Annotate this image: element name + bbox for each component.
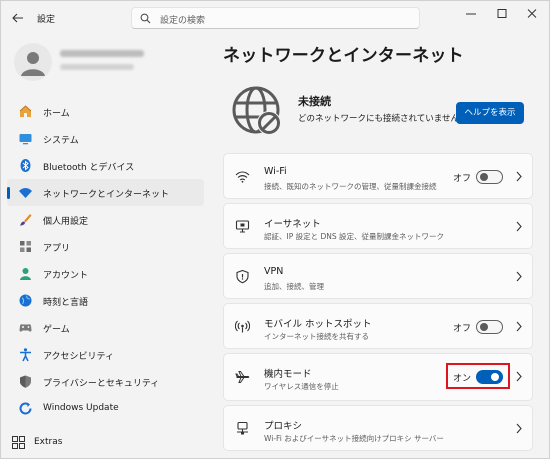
extras-label: Extras <box>34 437 63 447</box>
extras-grid-icon <box>12 436 25 449</box>
sidebar-item-personalization[interactable]: 個人用設定 <box>7 206 204 233</box>
wifi-description: 接続、既知のネットワークの管理、従量制課金接続 <box>264 182 437 191</box>
mobile-hotspot-card[interactable]: モバイル ホットスポット インターネット接続を共有する オフ <box>223 303 533 349</box>
sidebar-item-label: 個人用設定 <box>43 217 89 227</box>
sidebar-item-label: アプリ <box>43 244 71 254</box>
sidebar-item-system[interactable]: システム <box>7 125 204 152</box>
close-icon[interactable] <box>517 7 547 21</box>
search-icon <box>140 13 151 24</box>
toggle-knob <box>480 173 488 181</box>
hotspot-toggle[interactable] <box>476 320 503 334</box>
wifi-toggle-state: オフ <box>453 174 472 184</box>
person-icon <box>21 52 45 76</box>
search-input[interactable]: 設定の検索 <box>131 7 420 29</box>
settings-window: 設定 設定の検索 ホーム システム Bluetooth とデバイス ネットワーク… <box>0 0 550 459</box>
network-icon <box>19 188 32 198</box>
extras-item[interactable]: Extras <box>9 433 129 453</box>
sidebar-item-gaming[interactable]: ゲーム <box>7 314 204 341</box>
proxy-description: Wi-Fi およびイーサネット接続向けプロキシ サーバー <box>264 434 444 443</box>
ethernet-icon <box>235 220 250 233</box>
sidebar-item-bluetooth[interactable]: Bluetooth とデバイス <box>7 152 204 179</box>
page-title: ネットワークとインターネット <box>223 46 464 66</box>
hotspot-toggle-state: オフ <box>453 324 472 334</box>
brush-icon <box>20 214 32 226</box>
connection-status-title: 未接続 <box>298 95 331 108</box>
blurred-user-name <box>60 50 144 57</box>
annotation-highlight-box <box>446 363 510 389</box>
back-arrow-icon[interactable] <box>11 11 25 25</box>
proxy-card[interactable]: プロキシ Wi-Fi およびイーサネット接続向けプロキシ サーバー <box>223 405 533 451</box>
globe-disconnected-icon <box>232 86 281 135</box>
chevron-right-icon <box>516 321 522 332</box>
wifi-icon <box>235 171 250 183</box>
account-icon <box>20 268 31 280</box>
shield-icon <box>20 375 31 388</box>
sidebar-item-label: アカウント <box>43 271 89 281</box>
proxy-icon <box>237 421 248 435</box>
ethernet-description: 認証、IP 設定と DNS 設定、従量制課金ネットワーク <box>264 232 445 241</box>
wifi-toggle[interactable] <box>476 170 503 184</box>
user-profile[interactable] <box>14 43 214 83</box>
sidebar-item-windows-update[interactable]: Windows Update <box>7 395 204 422</box>
sidebar-item-accessibility[interactable]: アクセシビリティ <box>7 341 204 368</box>
sidebar-item-label: ホーム <box>43 109 70 119</box>
chevron-right-icon <box>516 423 522 434</box>
sidebar-nav: ホーム システム Bluetooth とデバイス ネットワークとインターネット <box>7 98 207 422</box>
home-icon <box>19 105 32 117</box>
system-icon <box>19 134 32 145</box>
vpn-shield-icon <box>236 269 249 284</box>
sidebar-item-time-language[interactable]: 時刻と言語 <box>7 287 204 314</box>
sidebar-item-label: アクセシビリティ <box>43 352 115 362</box>
apps-icon <box>20 241 31 252</box>
sidebar-item-label: ネットワークとインターネット <box>43 190 170 200</box>
mobile-hotspot-title: モバイル ホットスポット <box>264 319 372 330</box>
get-help-button[interactable]: ヘルプを表示 <box>456 102 524 124</box>
sidebar-item-label: システム <box>43 136 79 146</box>
sidebar-item-label: 時刻と言語 <box>43 298 89 308</box>
wifi-title: Wi-Fi <box>264 166 287 177</box>
chevron-right-icon <box>516 171 522 182</box>
maximize-icon[interactable] <box>487 7 517 21</box>
wifi-card[interactable]: Wi-Fi 接続、既知のネットワークの管理、従量制課金接続 オフ <box>223 153 533 199</box>
vpn-description: 追加、接続、管理 <box>264 282 324 291</box>
proxy-title: プロキシ <box>264 421 303 432</box>
blurred-user-email <box>60 64 134 70</box>
chevron-right-icon <box>516 221 522 232</box>
minimize-icon[interactable] <box>456 7 486 21</box>
accessibility-icon <box>20 348 31 362</box>
avatar <box>14 43 52 81</box>
ethernet-card[interactable]: イーサネット 認証、IP 設定と DNS 設定、従量制課金ネットワーク <box>223 203 533 249</box>
toggle-knob <box>480 323 488 331</box>
vpn-card[interactable]: VPN 追加、接続、管理 <box>223 253 533 299</box>
airplane-mode-description: ワイヤレス通信を停止 <box>264 382 339 391</box>
search-placeholder: 設定の検索 <box>160 16 206 26</box>
hotspot-icon <box>235 320 250 333</box>
connection-status-description: どのネットワークにも接続されていません。 <box>298 114 468 124</box>
globe-icon <box>19 294 32 307</box>
sidebar-item-home[interactable]: ホーム <box>7 98 204 125</box>
chevron-right-icon <box>516 271 522 282</box>
app-title: 設定 <box>37 15 56 25</box>
update-icon <box>19 402 32 415</box>
sidebar-item-privacy[interactable]: プライバシーとセキュリティ <box>7 368 204 395</box>
mobile-hotspot-description: インターネット接続を共有する <box>264 332 369 341</box>
sidebar-item-label: ゲーム <box>43 325 70 335</box>
chevron-right-icon <box>516 371 522 382</box>
ethernet-title: イーサネット <box>264 219 321 230</box>
airplane-icon <box>235 371 250 383</box>
airplane-mode-title: 機内モード <box>264 369 312 380</box>
vpn-title: VPN <box>264 266 284 277</box>
sidebar-item-accounts[interactable]: アカウント <box>7 260 204 287</box>
title-bar: 設定 設定の検索 <box>1 1 550 35</box>
sidebar-item-network[interactable]: ネットワークとインターネット <box>7 179 204 206</box>
gamepad-icon <box>19 324 32 332</box>
bluetooth-icon <box>20 159 31 172</box>
sidebar-item-label: プライバシーとセキュリティ <box>43 379 160 389</box>
sidebar-item-label: Windows Update <box>43 403 119 413</box>
sidebar-item-label: Bluetooth とデバイス <box>43 163 135 173</box>
sidebar-item-apps[interactable]: アプリ <box>7 233 204 260</box>
